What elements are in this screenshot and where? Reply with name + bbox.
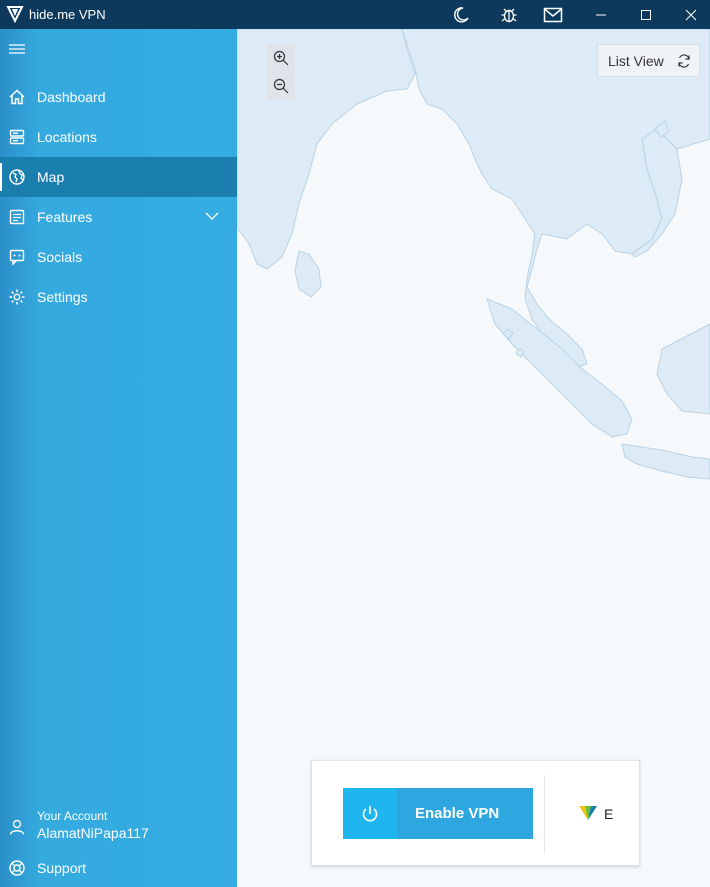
title-bar: hide.me VPN: [0, 0, 710, 29]
map-landmass: [237, 29, 710, 480]
list-view-label: List View: [608, 53, 664, 69]
sidebar-item-locations[interactable]: Locations: [0, 117, 237, 157]
mail-icon: [543, 7, 563, 22]
hide-me-logo-icon[interactable]: [578, 804, 598, 822]
maximize-button[interactable]: [626, 0, 666, 29]
support-icon: [9, 860, 25, 876]
chat-icon: [9, 249, 25, 266]
maximize-icon: [641, 9, 651, 20]
theme-toggle-button[interactable]: [441, 0, 481, 29]
gear-icon: [9, 289, 25, 305]
power-button[interactable]: [343, 788, 397, 839]
sidebar-item-label: Dashboard: [37, 89, 106, 105]
sidebar-item-dashboard[interactable]: Dashboard: [0, 77, 237, 117]
list-view-button[interactable]: List View: [597, 44, 700, 77]
app-logo-icon: [6, 6, 24, 23]
globe-icon: [9, 169, 25, 185]
world-map[interactable]: List View Enable VPN E: [237, 29, 710, 887]
features-icon: [9, 209, 25, 225]
minimize-button[interactable]: [581, 0, 621, 29]
sidebar: Dashboard Locations Map Features Socials…: [0, 29, 237, 887]
enable-vpn-button[interactable]: Enable VPN: [343, 788, 533, 839]
sidebar-item-settings[interactable]: Settings: [0, 277, 237, 317]
panel-divider: [544, 775, 545, 853]
sidebar-item-label: Map: [37, 169, 65, 185]
messages-button[interactable]: [533, 0, 573, 29]
support-label: Support: [37, 860, 87, 876]
sidebar-item-map[interactable]: Map: [0, 157, 237, 197]
sidebar-item-socials[interactable]: Socials: [0, 237, 237, 277]
support-button[interactable]: Support: [0, 857, 237, 879]
account-label: Your Account: [37, 809, 108, 823]
bug-icon: [501, 8, 517, 22]
server-selector-label[interactable]: E: [604, 806, 613, 822]
zoom-out-button[interactable]: [267, 72, 295, 100]
moon-icon: [454, 6, 469, 23]
zoom-in-button[interactable]: [267, 44, 295, 72]
zoom-out-icon: [273, 78, 289, 94]
chevron-down-icon[interactable]: [205, 211, 219, 221]
minimize-icon: [596, 14, 606, 15]
vpn-control-panel: Enable VPN E: [311, 760, 640, 866]
power-icon: [362, 805, 378, 821]
zoom-in-icon: [273, 50, 289, 66]
close-icon: [685, 9, 697, 20]
your-account-button[interactable]: Your Account AlamatNiPapa117: [0, 805, 237, 849]
home-icon: [9, 89, 25, 105]
enable-vpn-label: Enable VPN: [415, 805, 500, 822]
sidebar-item-label: Settings: [37, 289, 88, 305]
window-title: hide.me VPN: [29, 7, 106, 22]
close-button[interactable]: [671, 0, 710, 29]
bug-report-button[interactable]: [489, 0, 529, 29]
sidebar-item-features[interactable]: Features: [0, 197, 237, 237]
hamburger-menu-icon[interactable]: [8, 42, 26, 56]
sidebar-item-label: Locations: [37, 129, 97, 145]
user-icon: [9, 819, 25, 835]
server-icon: [9, 129, 25, 145]
sidebar-item-label: Features: [37, 209, 93, 225]
refresh-icon: [678, 54, 690, 68]
sidebar-item-label: Socials: [37, 249, 83, 265]
account-username: AlamatNiPapa117: [37, 825, 149, 841]
